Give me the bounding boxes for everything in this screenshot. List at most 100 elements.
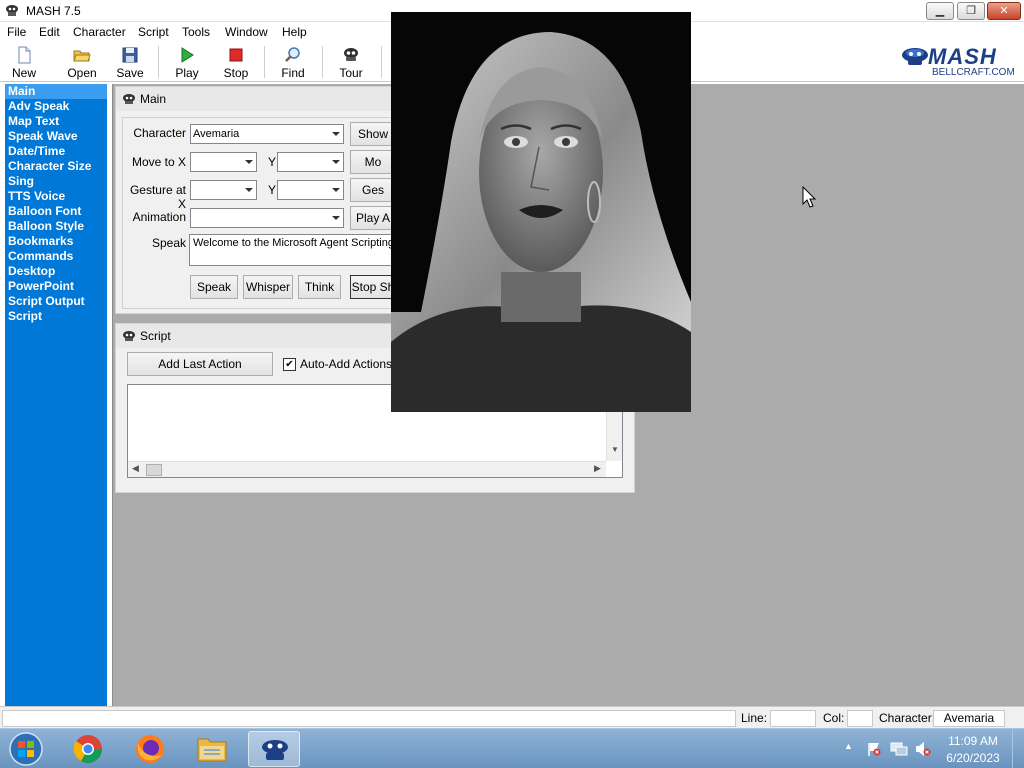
magnifier-icon bbox=[285, 47, 300, 62]
chevron-down-icon bbox=[328, 153, 343, 171]
sidebar-item-balloon-style[interactable]: Balloon Style bbox=[5, 219, 107, 234]
stop-speaking-button[interactable]: Stop Sh bbox=[350, 275, 396, 299]
agent-character-icon bbox=[123, 94, 135, 104]
status-message-field bbox=[2, 710, 736, 727]
col-label: Col: bbox=[823, 711, 845, 725]
sidebar: Main Adv Speak Map Text Speak Wave Date/… bbox=[5, 84, 107, 706]
move-button[interactable]: Mo bbox=[350, 150, 396, 174]
move-x-select[interactable] bbox=[190, 152, 257, 172]
think-button[interactable]: Think bbox=[298, 275, 341, 299]
open-button[interactable]: Open bbox=[62, 44, 102, 80]
folder-icon bbox=[197, 738, 227, 762]
animation-label: Animation bbox=[132, 210, 186, 224]
move-y-select[interactable] bbox=[277, 152, 344, 172]
menu-character[interactable]: Character bbox=[73, 25, 126, 39]
chevron-down-icon bbox=[328, 125, 343, 143]
play-button[interactable]: Play bbox=[170, 44, 204, 80]
show-button[interactable]: Show bbox=[350, 122, 396, 146]
gesture-x-select[interactable] bbox=[190, 180, 257, 200]
auto-add-checkbox[interactable]: ✔ bbox=[283, 358, 296, 371]
chevron-down-icon bbox=[241, 181, 256, 199]
start-button[interactable] bbox=[6, 731, 46, 767]
clock-date[interactable]: 6/20/2023 bbox=[940, 751, 1006, 765]
menu-script[interactable]: Script bbox=[138, 25, 169, 39]
agent-character-avemaria[interactable] bbox=[391, 12, 691, 412]
stop-icon bbox=[229, 48, 243, 62]
col-value-field bbox=[847, 710, 873, 727]
agent-character-icon bbox=[344, 48, 358, 61]
toolbar-separator bbox=[158, 46, 159, 78]
sidebar-item-commands[interactable]: Commands bbox=[5, 249, 107, 264]
mash-logo: MASH BELLCRAFT.COM bbox=[900, 44, 1022, 80]
sidebar-item-bookmarks[interactable]: Bookmarks bbox=[5, 234, 107, 249]
chevron-down-icon bbox=[328, 209, 343, 227]
sidebar-item-tts-voice[interactable]: TTS Voice bbox=[5, 189, 107, 204]
taskbar-chrome[interactable] bbox=[62, 731, 114, 767]
agent-character-icon bbox=[123, 331, 135, 341]
minimize-button[interactable]: ▁ bbox=[926, 2, 954, 20]
character-select[interactable]: Avemaria bbox=[190, 124, 344, 144]
speak-button[interactable]: Speak bbox=[190, 275, 238, 299]
sidebar-item-main[interactable]: Main bbox=[5, 84, 107, 99]
new-button[interactable]: New bbox=[6, 44, 42, 80]
sidebar-item-character-size[interactable]: Character Size bbox=[5, 159, 107, 174]
scroll-right-icon[interactable]: ▶ bbox=[594, 463, 601, 474]
action-center-flag-icon[interactable] bbox=[866, 741, 882, 757]
move-y-label: Y bbox=[267, 155, 276, 169]
whisper-button[interactable]: Whisper bbox=[243, 275, 293, 299]
sidebar-item-balloon-font[interactable]: Balloon Font bbox=[5, 204, 107, 219]
script-panel-title: Script bbox=[140, 329, 171, 343]
add-last-action-button[interactable]: Add Last Action bbox=[127, 352, 273, 376]
close-button[interactable]: ✕ bbox=[987, 2, 1021, 20]
auto-add-label: Auto-Add Actions to bbox=[300, 357, 406, 371]
sidebar-item-adv-speak[interactable]: Adv Speak bbox=[5, 99, 107, 114]
stop-button[interactable]: Stop bbox=[218, 44, 254, 80]
restore-button[interactable]: ❐ bbox=[957, 2, 985, 20]
gesture-y-select[interactable] bbox=[277, 180, 344, 200]
play-animation-button[interactable]: Play A bbox=[350, 206, 396, 230]
menu-file[interactable]: File bbox=[7, 25, 26, 39]
clock-time[interactable]: 11:09 AM bbox=[940, 734, 1006, 748]
sidebar-item-sing[interactable]: Sing bbox=[5, 174, 107, 189]
taskbar: ▲ 11:09 AM 6/20/2023 bbox=[0, 728, 1024, 768]
character-status-value: Avemaria bbox=[933, 710, 1005, 727]
taskbar-file-explorer[interactable] bbox=[186, 731, 238, 767]
save-button[interactable]: Save bbox=[112, 44, 148, 80]
tour-button[interactable]: Tour bbox=[334, 44, 368, 80]
sidebar-item-script[interactable]: Script bbox=[5, 309, 107, 324]
find-button[interactable]: Find bbox=[276, 44, 310, 80]
sidebar-item-powerpoint[interactable]: PowerPoint bbox=[5, 279, 107, 294]
volume-muted-icon[interactable] bbox=[914, 741, 932, 757]
sidebar-item-speak-wave[interactable]: Speak Wave bbox=[5, 129, 107, 144]
scroll-down-icon[interactable]: ▼ bbox=[611, 445, 619, 454]
sidebar-item-desktop[interactable]: Desktop bbox=[5, 264, 107, 279]
sidebar-item-script-output[interactable]: Script Output bbox=[5, 294, 107, 309]
horizontal-scrollbar[interactable]: ◀ ▶ bbox=[128, 461, 606, 477]
show-hidden-icons-button[interactable]: ▲ bbox=[844, 741, 853, 751]
menu-edit[interactable]: Edit bbox=[39, 25, 60, 39]
taskbar-firefox[interactable] bbox=[124, 731, 176, 767]
toolbar-separator bbox=[381, 46, 382, 78]
menu-help[interactable]: Help bbox=[282, 25, 307, 39]
status-bar: Line: Col: Character: Avemaria bbox=[0, 706, 1024, 728]
mash-app-icon bbox=[6, 5, 18, 16]
gesture-at-x-label: Gesture at X bbox=[129, 183, 186, 211]
sidebar-item-map-text[interactable]: Map Text bbox=[5, 114, 107, 129]
speak-text-input[interactable]: Welcome to the Microsoft Agent Scripting bbox=[189, 234, 399, 266]
animation-select[interactable] bbox=[190, 208, 344, 228]
network-icon[interactable] bbox=[890, 741, 908, 757]
character-portrait-image bbox=[391, 12, 691, 412]
menu-window[interactable]: Window bbox=[225, 25, 268, 39]
mash-taskbar-icon bbox=[262, 740, 288, 760]
scroll-left-icon[interactable]: ◀ bbox=[132, 463, 139, 474]
play-icon bbox=[181, 47, 194, 63]
show-desktop-button[interactable] bbox=[1012, 729, 1024, 768]
scroll-thumb[interactable] bbox=[146, 464, 162, 476]
bellcraft-site-text: BELLCRAFT.COM bbox=[932, 67, 1015, 78]
move-to-x-label: Move to X bbox=[131, 155, 186, 169]
taskbar-mash[interactable] bbox=[248, 731, 300, 767]
gesture-button[interactable]: Ges bbox=[350, 178, 396, 202]
sidebar-item-date-time[interactable]: Date/Time bbox=[5, 144, 107, 159]
character-status-label: Character: bbox=[879, 711, 936, 725]
menu-tools[interactable]: Tools bbox=[182, 25, 210, 39]
